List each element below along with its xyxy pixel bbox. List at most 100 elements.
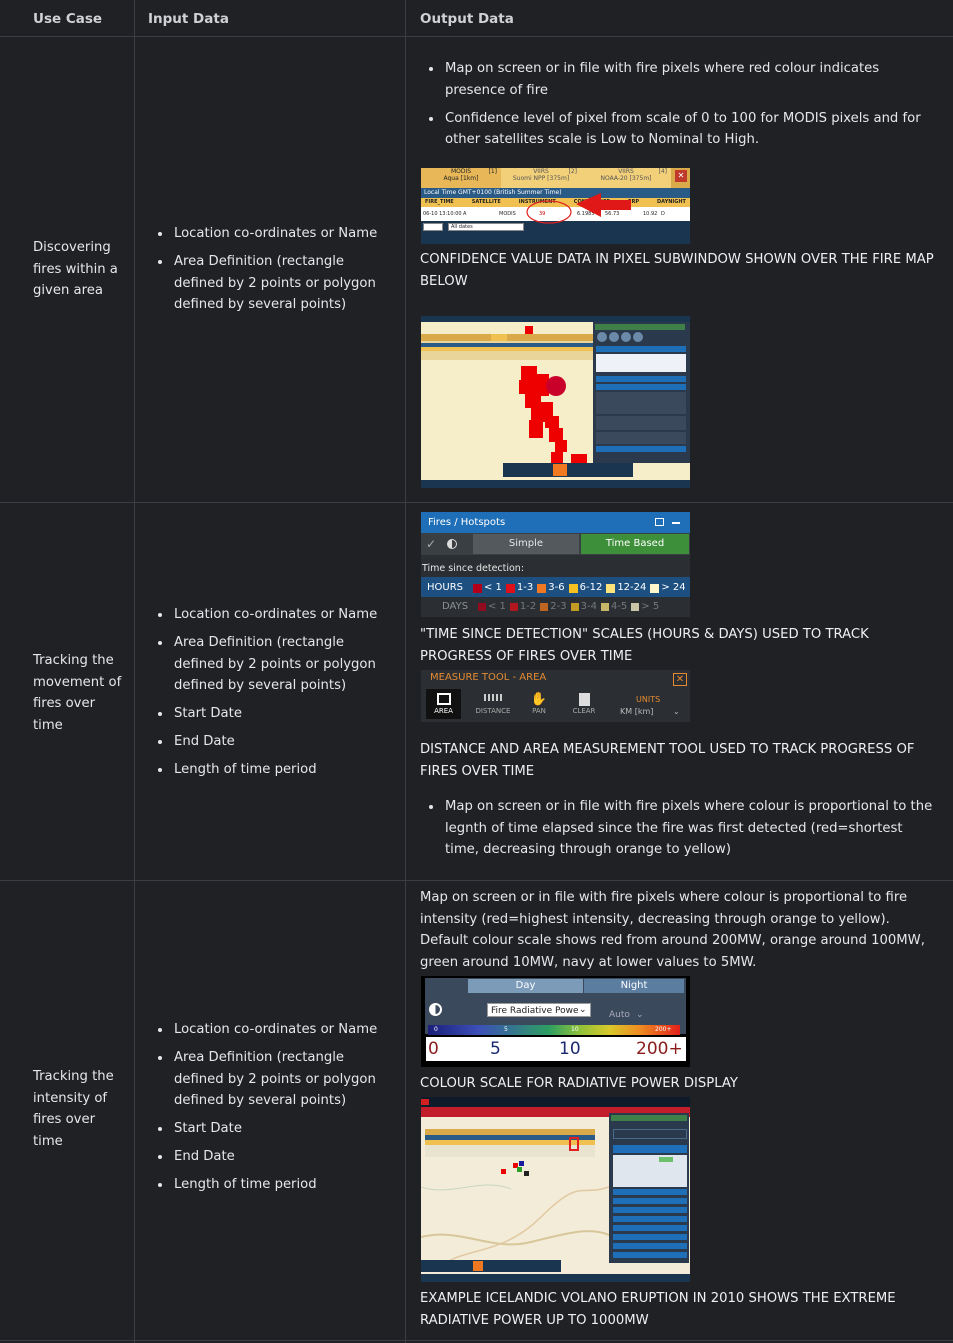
legend-entry: > 24 [650,582,686,594]
check-icon[interactable]: ✓ [423,535,439,553]
use-case-intensity: Tracking the intensity of fires over tim… [33,1069,114,1149]
chevron-down-icon[interactable]: ⌄ [636,1005,644,1027]
window-icon[interactable] [655,518,664,526]
measure-tool-title: MEASURE TOOL - AREA [430,672,547,683]
tab-time-based[interactable]: Time Based [581,534,689,554]
contrast-icon[interactable] [447,539,457,549]
tab-night[interactable]: Night [584,979,684,993]
units-select[interactable]: KM [km] [620,707,653,716]
header-use-case: Use Case [33,11,103,27]
input-item: Length of time period [156,1174,396,1196]
row-divider-3 [0,1340,953,1341]
header-input-data: Input Data [148,11,229,27]
frp-select[interactable]: Fire Radiative Powe [487,1003,591,1017]
confidence-highlight-arrow [526,193,631,224]
legend-swatch [478,603,486,611]
conf-select-dates[interactable]: All dates [448,223,524,231]
use-case-movement: Tracking the movement of fires over time [33,653,122,733]
hand-icon: ✋ [530,692,548,707]
tool-area[interactable]: AREA [426,689,461,719]
tool-distance[interactable]: DISTANCE [473,692,513,716]
tab-day[interactable]: Day [468,979,583,993]
caption-time-since: "TIME SINCE DETECTION" SCALES (HOURS & D… [420,627,869,664]
legend-swatch [606,583,616,593]
legend-label: 12-24 [617,582,647,593]
legend-label: > 5 [641,601,660,612]
row-divider-1 [0,502,953,503]
frp-auto[interactable]: Auto [609,1005,630,1027]
input-item: Start Date [156,703,396,725]
legend-swatch [540,603,549,611]
input-item: Location co-ordinates or Name [156,1019,396,1041]
legend-swatch [631,603,640,611]
days-legend: < 1 1-2 2-3 3-4 4-5 > 5 [478,601,663,613]
area-icon [436,693,451,705]
column-divider-2 [405,0,406,1343]
iceland-map-screenshot [421,1097,690,1282]
caption-iceland: EXAMPLE ICELANDIC VOLANO ERUPTION IN 201… [420,1291,896,1328]
time-since-label: Time since detection: [422,563,525,574]
legend-swatch [568,583,578,593]
conf-tab: MODIS Aqua [1km] [1] [421,168,501,188]
legend-swatch [509,603,518,611]
input-item: Start Date [156,1118,396,1140]
output-item: Confidence level of pixel from scale of … [427,108,937,151]
chevron-down-icon[interactable]: ⌄ [673,707,680,716]
frp-big-label: 200+ [636,1039,683,1059]
output-list-1: Map on screen or in file with fire pixel… [427,58,937,157]
confidence-subwindow-screenshot: MODIS Aqua [1km] [1] VIIRS Suomi NPP [375m… [421,168,690,244]
measure-tool-screenshot: MEASURE TOOL - AREA ✕ AREA DISTANCE ✋ PA… [421,670,690,722]
conf-tab: VIIRS NOAA-20 [375m] [4] [581,168,671,188]
chevron-down-icon[interactable]: ⌄ [579,1003,587,1017]
tool-clear[interactable]: CLEAR [569,692,599,716]
fire-map-screenshot [421,316,690,488]
legend-entry: 3-6 [537,582,565,594]
minimize-icon[interactable] [672,522,680,524]
legend-entry: 12-24 [606,582,646,594]
days-label: DAYS [442,601,469,612]
legend-swatch [570,603,579,611]
input-item: Length of time period [156,759,396,781]
map-terrain-lines [421,1184,609,1267]
tab-simple[interactable]: Simple [473,534,579,554]
output-item: Map on screen or in file with fire pixel… [427,58,937,101]
conf-tab: VIIRS Suomi NPP [375m] [2] [501,168,581,188]
legend-label: 4-5 [610,601,628,612]
input-item: Area Definition (rectangle defined by 2 … [156,251,396,316]
frp-small-label: 5 [504,1026,508,1033]
row-divider-2 [0,880,953,881]
use-case-discovering: Discovering fires within a given area [33,240,118,298]
legend-label: 3-4 [580,601,597,612]
contrast-icon[interactable] [429,1003,442,1016]
frp-small-label: 200+ [655,1026,672,1033]
legend-entry: 1-2 [509,601,536,613]
legend-label: 3-6 [548,582,565,593]
frp-small-label: 0 [434,1026,438,1033]
input-item: Location co-ordinates or Name [156,223,396,245]
legend-label: 2-3 [550,601,567,612]
legend-entry: 1-3 [505,582,533,594]
hours-label: HOURS [427,582,464,593]
legend-swatch [473,583,482,593]
header-output-data: Output Data [420,11,514,27]
tool-pan[interactable]: ✋ PAN [527,692,551,716]
legend-entry: 6-12 [568,582,602,594]
close-icon[interactable]: ✕ [673,673,687,686]
input-list-2: Location co-ordinates or Name Area Defin… [156,604,396,787]
conf-select-small[interactable] [423,223,443,231]
legend-entry: 3-4 [570,601,597,613]
caption-colour-scale: COLOUR SCALE FOR RADIATIVE POWER DISPLAY [420,1076,738,1091]
column-divider-1 [134,0,135,1343]
legend-entry: > 5 [631,601,659,613]
legend-swatch [537,583,547,593]
close-icon[interactable]: ✕ [675,170,687,182]
input-list-1: Location co-ordinates or Name Area Defin… [156,223,396,322]
frp-big-label: 0 [428,1039,439,1059]
legend-entry: 2-3 [540,601,567,613]
frp-colour-scale-screenshot: Day Night Fire Radiative Powe ⌄ Auto ⌄ 0… [421,976,690,1067]
input-item: End Date [156,1146,396,1168]
output-text-intensity: Map on screen or in file with fire pixel… [420,890,925,970]
legend-swatch [600,603,609,611]
header-divider [0,36,953,37]
caption-confidence: CONFIDENCE VALUE DATA IN PIXEL SUBWINDOW… [420,252,934,289]
